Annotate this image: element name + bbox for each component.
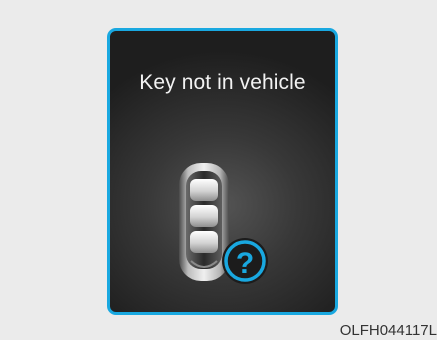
question-mark-icon: ?: [222, 238, 268, 284]
fob-button-unlock: [190, 205, 218, 227]
figure-code: OLFH044117L: [339, 322, 437, 339]
fob-button-lock: [190, 179, 218, 201]
warning-message: Key not in vehicle: [139, 71, 306, 94]
smart-key-fob-icon: ?: [179, 163, 268, 284]
cluster-display-panel: Key not in vehicle ?: [107, 28, 338, 315]
svg-text:?: ?: [236, 247, 254, 280]
fob-button-trunk: [190, 231, 218, 253]
